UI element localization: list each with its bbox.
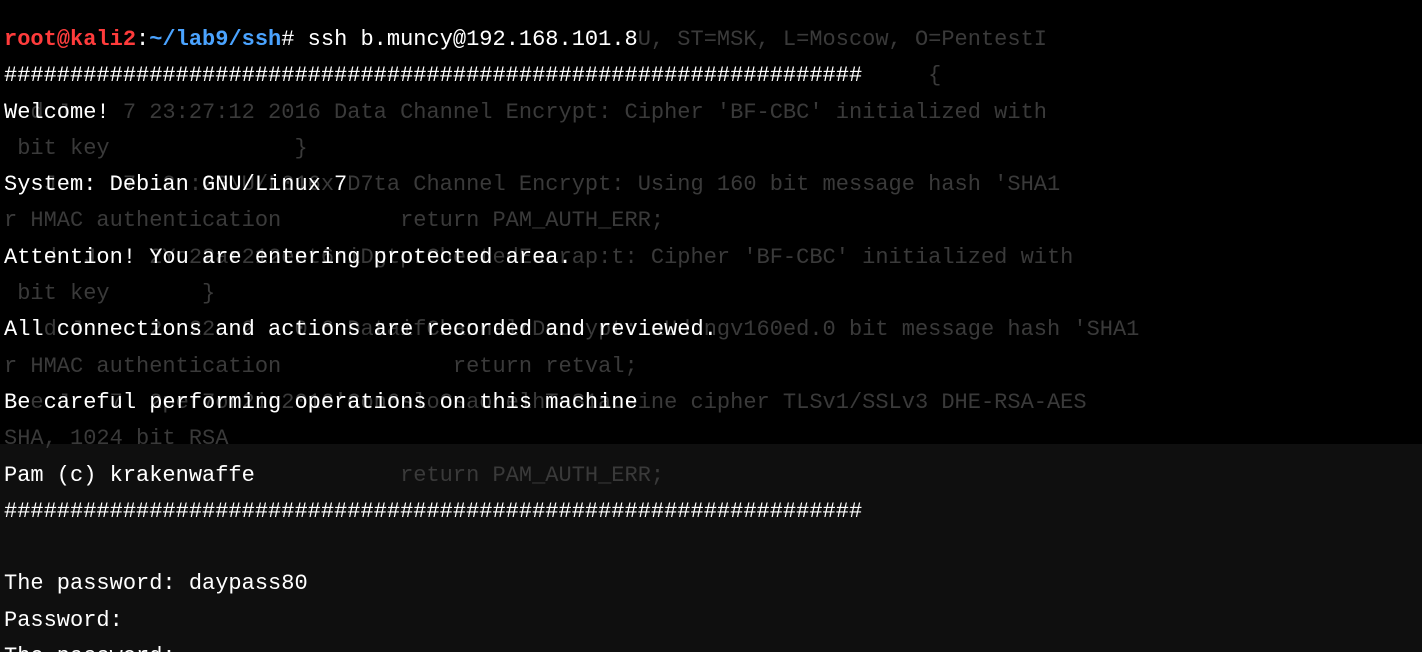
banner-welcome: Welcome! xyxy=(4,100,110,125)
prompt-path: ~/lab9/ssh xyxy=(149,27,281,52)
prompt-line[interactable]: root@kali2:~/lab9/ssh# ssh b.muncy@192.1… xyxy=(4,27,638,52)
prompt-user: root@kali2 xyxy=(4,27,136,52)
banner-rule-bottom: ########################################… xyxy=(4,499,862,524)
banner-careful: Be careful performing operations on this… xyxy=(4,390,638,415)
banner-credit: Pam (c) krakenwaffe xyxy=(4,463,255,488)
banner-attention: Attention! You are entering protected ar… xyxy=(4,245,572,270)
the-password-line-2: The password: xyxy=(4,644,176,652)
prompt-hash: # xyxy=(281,27,294,52)
terminal-output: root@kali2:~/lab9/ssh# ssh b.muncy@192.1… xyxy=(0,22,1422,652)
prompt-sep: : xyxy=(136,27,149,52)
banner-system: System: Debian GNU/Linux 7 xyxy=(4,172,347,197)
the-password-line-1: The password: daypass80 xyxy=(4,571,308,596)
command-text: ssh b.muncy@192.168.101.8 xyxy=(308,27,638,52)
banner-rule: ########################################… xyxy=(4,63,862,88)
password-prompt[interactable]: Password: xyxy=(4,608,123,633)
banner-recorded: All connections and actions are recorded… xyxy=(4,317,717,342)
terminal[interactable]: root@kali2:~/lab9/ssh# ssh b.muncy@192.1… xyxy=(0,0,1422,652)
